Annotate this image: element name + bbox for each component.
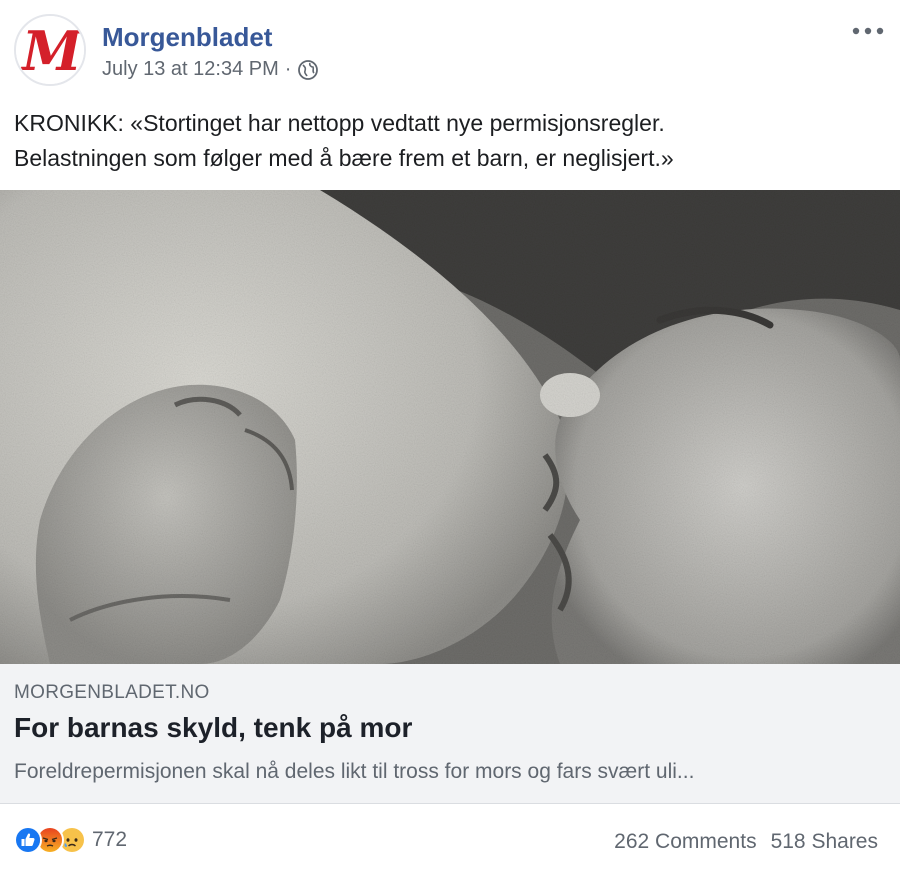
link-title[interactable]: For barnas skyld, tenk på mor: [14, 712, 412, 744]
post-footer: 772 262 Comments 518 Shares: [0, 804, 900, 876]
svg-text:M: M: [20, 19, 84, 83]
link-preview-image[interactable]: [0, 190, 900, 664]
morgenbladet-logo-icon: M: [16, 16, 84, 84]
link-preview-card[interactable]: MORGENBLADET.NO For barnas skyld, tenk p…: [0, 664, 900, 804]
post-text-line: KRONIKK: «Stortinget har nettopp vedtatt…: [14, 110, 665, 136]
page-avatar[interactable]: M: [14, 14, 86, 86]
post-message: KRONIKK: «Stortinget har nettopp vedtatt…: [14, 106, 884, 176]
meta-separator: ·: [284, 58, 292, 80]
post-timestamp[interactable]: July 13 at 12:34 PM: [102, 58, 279, 81]
reaction-count[interactable]: 772: [92, 828, 127, 852]
link-domain: MORGENBLADET.NO: [14, 682, 210, 703]
more-options-icon[interactable]: [850, 18, 886, 46]
reactions-summary[interactable]: 772: [14, 826, 127, 854]
facebook-post: M Morgenbladet July 13 at 12:34 PM · KRO…: [0, 0, 900, 876]
post-header: M Morgenbladet July 13 at 12:34 PM ·: [0, 0, 900, 100]
engagement-stats: 262 Comments 518 Shares: [614, 830, 878, 854]
globe-icon[interactable]: [297, 59, 319, 81]
comments-count-link[interactable]: 262 Comments: [614, 830, 756, 854]
shares-count-link[interactable]: 518 Shares: [771, 830, 878, 854]
post-meta: July 13 at 12:34 PM ·: [102, 58, 319, 81]
like-icon: [14, 826, 42, 854]
post-text-line: Belastningen som følger med å bære frem …: [14, 145, 674, 171]
link-description: Foreldrepermisjonen skal nå deles likt t…: [14, 760, 695, 783]
page-name-link[interactable]: Morgenbladet: [102, 22, 272, 53]
